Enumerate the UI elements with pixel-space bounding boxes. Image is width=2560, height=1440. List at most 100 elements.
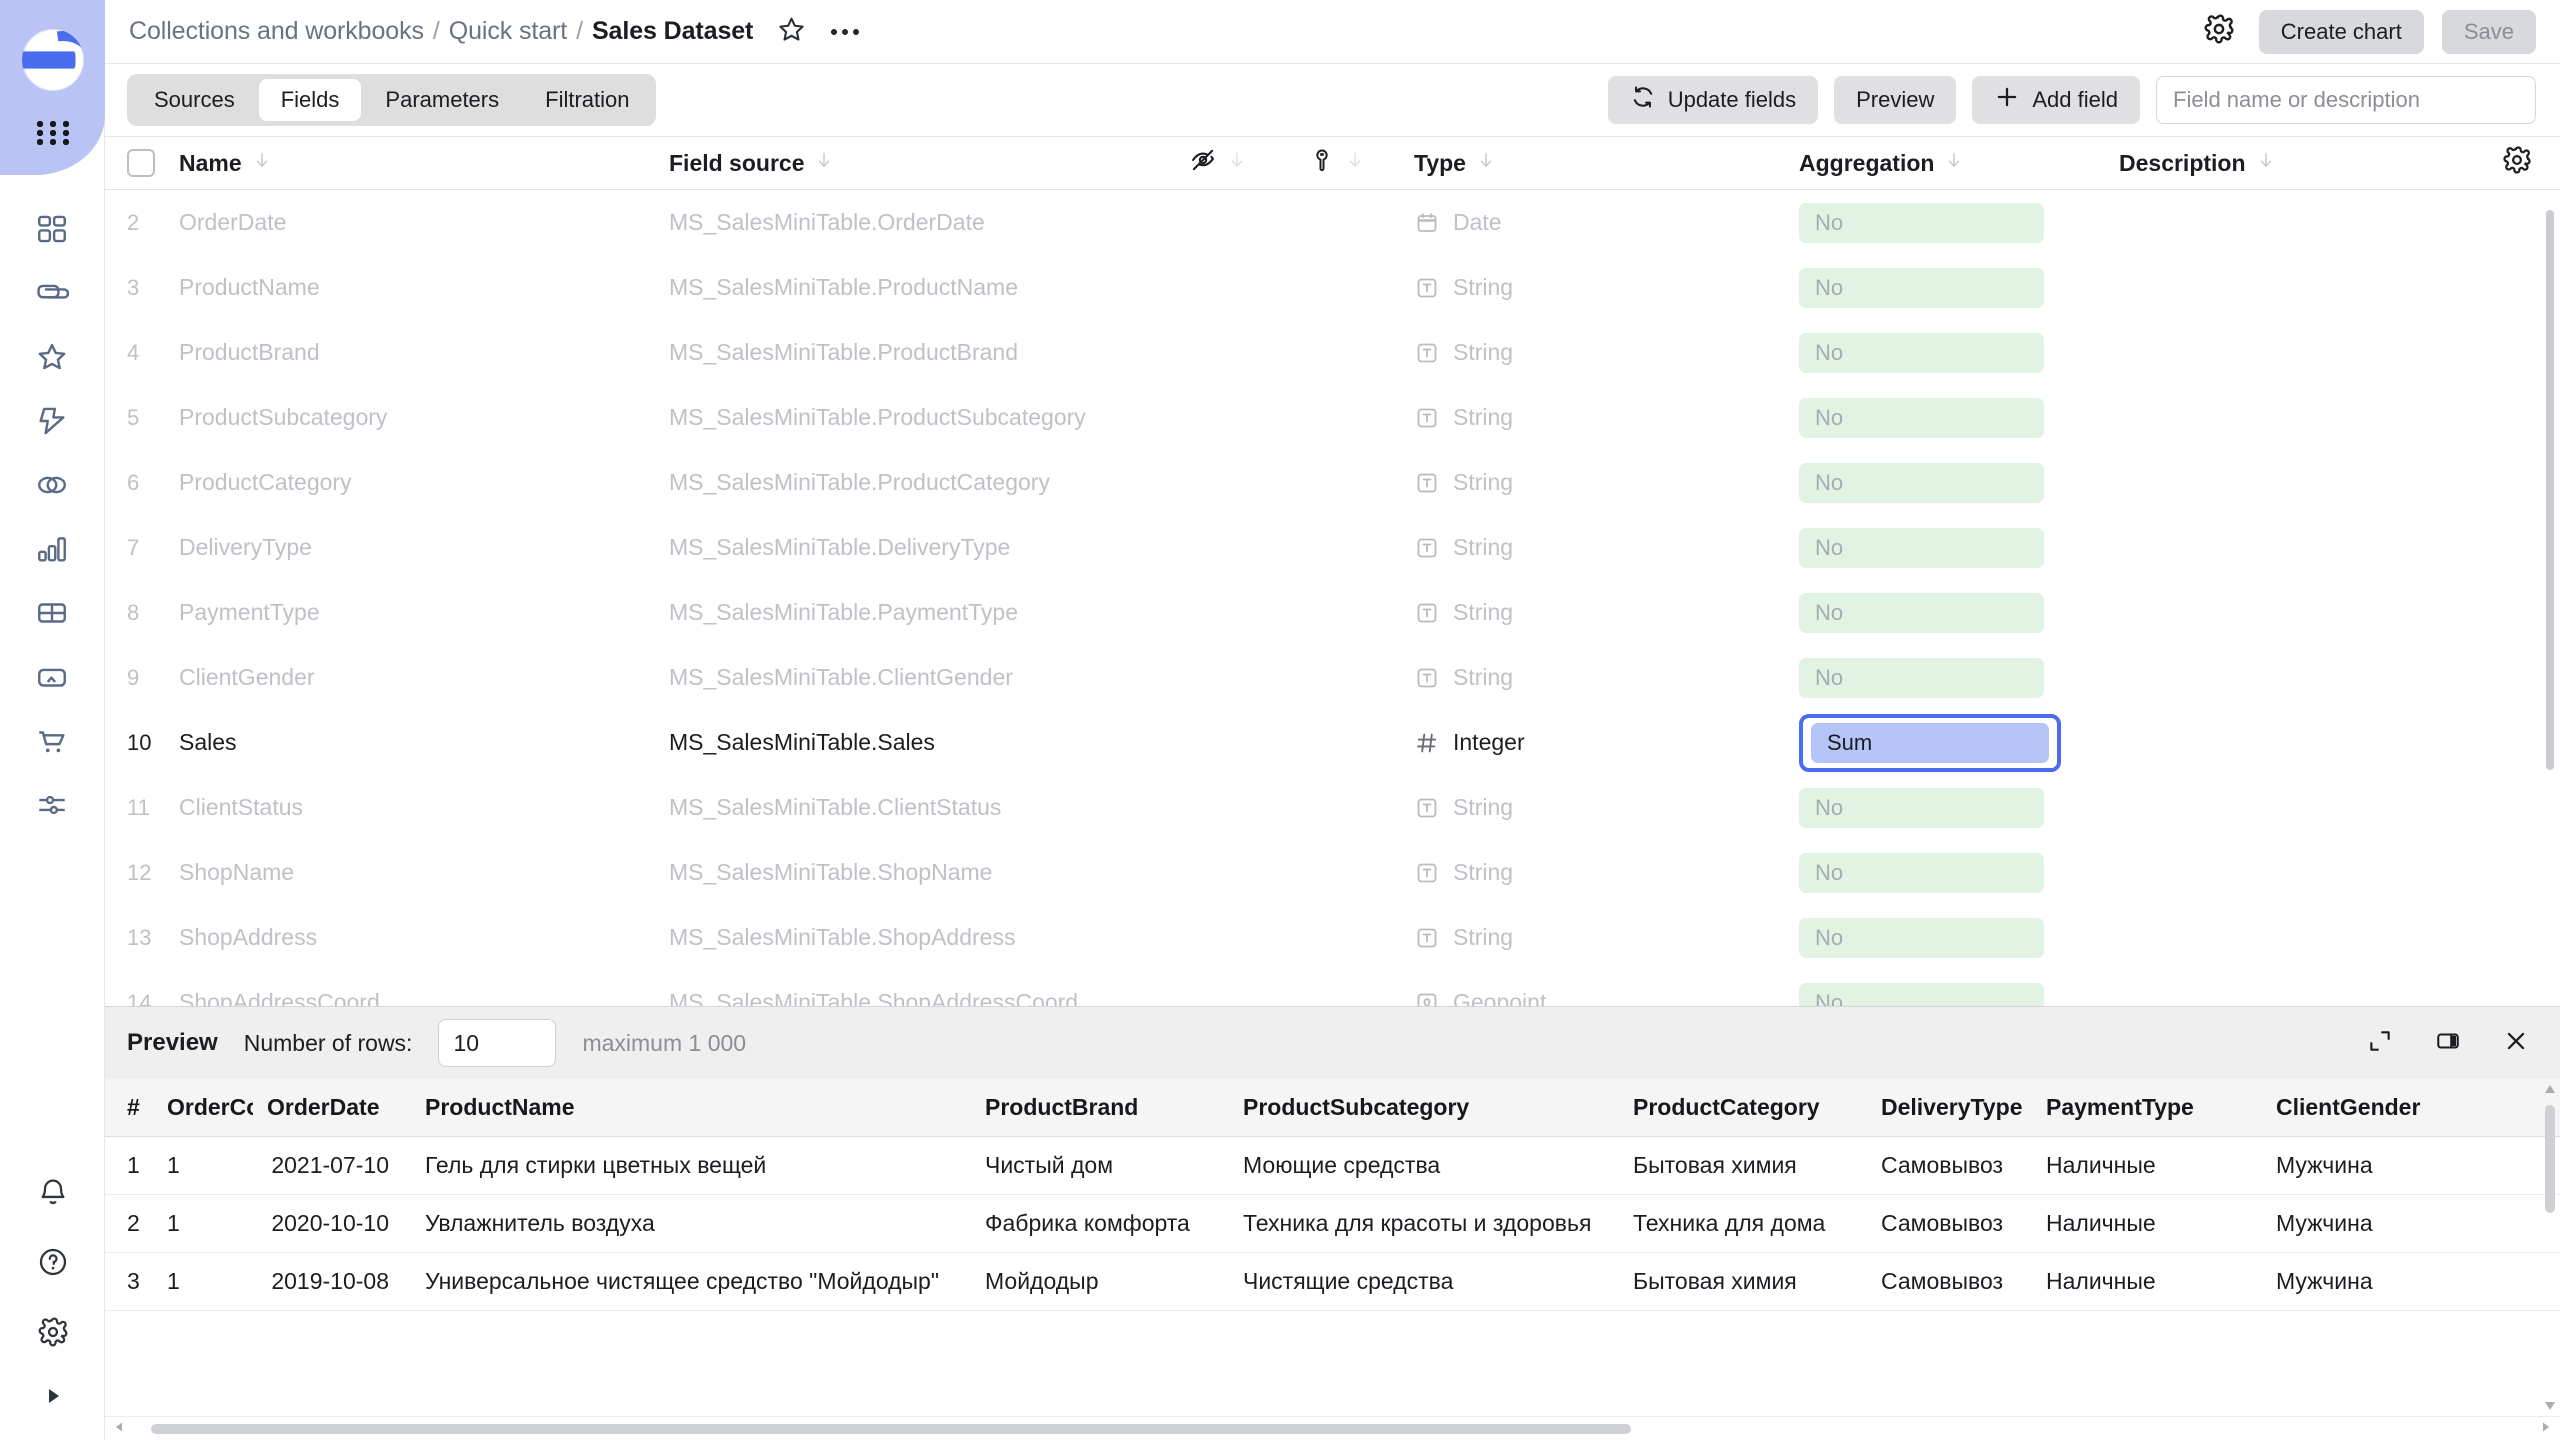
sidebar-item-favorites[interactable] (24, 333, 80, 381)
field-type-cell[interactable]: Date (1414, 209, 1799, 236)
preview-column-header[interactable]: ProductSubcategory (1229, 1094, 1619, 1121)
preview-vertical-scroll-thumb[interactable] (2545, 1105, 2555, 1213)
scroll-up-arrow-icon[interactable] (2544, 1083, 2556, 1097)
sidebar-item-datasets[interactable] (24, 461, 80, 509)
sort-down-arrow[interactable] (1345, 149, 1365, 177)
field-name-cell[interactable]: ProductBrand (179, 339, 669, 366)
field-type-cell[interactable]: String (1414, 534, 1799, 561)
column-header-name[interactable]: Name (179, 149, 669, 177)
sidebar-item-charts[interactable] (24, 525, 80, 573)
fields-table-row[interactable]: 11ClientStatusMS_SalesMiniTable.ClientSt… (105, 775, 2560, 840)
field-aggregation-cell[interactable]: No (1799, 593, 2119, 633)
sidebar-settings-button[interactable] (25, 1308, 81, 1356)
preview-column-header[interactable]: # (105, 1094, 153, 1121)
scroll-right-arrow-icon[interactable] (2540, 1420, 2552, 1438)
select-all-checkbox[interactable] (127, 149, 155, 177)
column-header-field-source[interactable]: Field source (669, 149, 1189, 177)
sort-down-arrow[interactable] (1944, 149, 1964, 177)
breadcrumb-item-quick-start[interactable]: Quick start (449, 17, 567, 46)
field-aggregation-cell[interactable]: No (1799, 788, 2119, 828)
field-name-cell[interactable]: ShopName (179, 859, 669, 886)
close-preview-button[interactable] (2496, 1023, 2536, 1063)
dataset-settings-button[interactable] (2197, 10, 2241, 54)
sidebar-item-dashboards[interactable] (24, 205, 80, 253)
field-aggregation-cell[interactable]: No (1799, 853, 2119, 893)
help-button[interactable] (25, 1238, 81, 1286)
field-name-cell[interactable]: OrderDate (179, 209, 669, 236)
scroll-left-arrow-icon[interactable] (113, 1420, 125, 1438)
field-aggregation-cell[interactable]: No (1799, 463, 2119, 503)
more-actions-button[interactable] (825, 12, 865, 52)
tab-sources[interactable]: Sources (132, 79, 257, 121)
field-type-cell[interactable]: String (1414, 469, 1799, 496)
field-type-cell[interactable]: Geopoint (1414, 989, 1799, 1006)
apps-grid-icon[interactable] (0, 110, 105, 156)
aggregation-select-focused[interactable]: Sum (1799, 714, 2061, 772)
field-name-cell[interactable]: ProductName (179, 274, 669, 301)
field-aggregation-cell[interactable]: No (1799, 983, 2119, 1006)
fields-table-row[interactable]: 10SalesMS_SalesMiniTable.SalesIntegerSum (105, 710, 2560, 775)
column-header-key[interactable] (1309, 146, 1414, 180)
fields-scrollbar-thumb[interactable] (2546, 210, 2554, 770)
sidebar-item-files[interactable] (24, 653, 80, 701)
column-header-type[interactable]: Type (1414, 149, 1799, 177)
fields-table-row[interactable]: 2OrderDateMS_SalesMiniTable.OrderDateDat… (105, 190, 2560, 255)
field-name-cell[interactable]: PaymentType (179, 599, 669, 626)
fields-table-row[interactable]: 12ShopNameMS_SalesMiniTable.ShopNameStri… (105, 840, 2560, 905)
fields-table-row[interactable]: 7DeliveryTypeMS_SalesMiniTable.DeliveryT… (105, 515, 2560, 580)
sidebar-item-tables[interactable] (24, 589, 80, 637)
field-aggregation-cell[interactable]: No (1799, 528, 2119, 568)
sort-down-arrow[interactable] (1476, 149, 1496, 177)
sort-down-arrow[interactable] (2256, 149, 2276, 177)
field-name-cell[interactable]: ProductCategory (179, 469, 669, 496)
search-input[interactable] (2156, 76, 2536, 124)
field-name-cell[interactable]: Sales (179, 729, 669, 756)
sort-down-arrow[interactable] (1227, 149, 1247, 177)
scroll-down-arrow-icon[interactable] (2544, 1398, 2556, 1412)
breadcrumb-item-collections[interactable]: Collections and workbooks (129, 17, 424, 46)
field-aggregation-cell[interactable]: No (1799, 918, 2119, 958)
field-type-cell[interactable]: String (1414, 794, 1799, 821)
field-name-cell[interactable]: ShopAddressCoord (179, 989, 669, 1006)
fields-table-row[interactable]: 5ProductSubcategoryMS_SalesMiniTable.Pro… (105, 385, 2560, 450)
preview-toggle-button[interactable]: Preview (1834, 76, 1956, 124)
field-type-cell[interactable]: String (1414, 924, 1799, 951)
notifications-button[interactable] (25, 1168, 81, 1216)
column-header-description[interactable]: Description (2119, 149, 2482, 177)
fields-table-row[interactable]: 14ShopAddressCoordMS_SalesMiniTable.Shop… (105, 970, 2560, 1006)
preview-column-header[interactable]: OrderCount (153, 1094, 253, 1121)
field-name-cell[interactable]: DeliveryType (179, 534, 669, 561)
preview-horizontal-scrollbar[interactable] (105, 1416, 2560, 1440)
preview-column-header[interactable]: DeliveryType (1867, 1094, 2032, 1121)
save-button[interactable]: Save (2442, 10, 2536, 54)
preview-column-header[interactable]: ProductBrand (971, 1094, 1229, 1121)
sidebar-item-marketplace[interactable] (24, 717, 80, 765)
preview-column-header[interactable]: OrderDate (253, 1094, 411, 1121)
field-type-cell[interactable]: String (1414, 664, 1799, 691)
column-header-hidden[interactable] (1189, 146, 1309, 180)
field-aggregation-cell[interactable]: No (1799, 268, 2119, 308)
fields-table-row[interactable]: 6ProductCategoryMS_SalesMiniTable.Produc… (105, 450, 2560, 515)
field-name-cell[interactable]: ProductSubcategory (179, 404, 669, 431)
sort-down-arrow[interactable] (252, 149, 272, 177)
tab-fields[interactable]: Fields (259, 79, 362, 121)
columns-config-button[interactable] (2482, 145, 2552, 181)
preview-horizontal-scroll-thumb[interactable] (151, 1424, 1631, 1434)
fields-table-row[interactable]: 4ProductBrandMS_SalesMiniTable.ProductBr… (105, 320, 2560, 385)
field-aggregation-cell[interactable]: No (1799, 398, 2119, 438)
update-fields-button[interactable]: Update fields (1608, 76, 1818, 124)
fields-table-row[interactable]: 9ClientGenderMS_SalesMiniTable.ClientGen… (105, 645, 2560, 710)
sidebar-item-collections[interactable] (24, 269, 80, 317)
expand-preview-button[interactable] (2360, 1023, 2400, 1063)
add-field-button[interactable]: Add field (1972, 76, 2140, 124)
preview-column-header[interactable]: ProductCategory (1619, 1094, 1867, 1121)
collapse-sidebar-button[interactable] (33, 1378, 73, 1418)
field-type-cell[interactable]: String (1414, 404, 1799, 431)
column-header-aggregation[interactable]: Aggregation (1799, 149, 2119, 177)
fields-table-row[interactable]: 3ProductNameMS_SalesMiniTable.ProductNam… (105, 255, 2560, 320)
create-chart-button[interactable]: Create chart (2259, 10, 2424, 54)
sort-down-arrow[interactable] (814, 149, 834, 177)
fields-scrollbar[interactable] (2544, 136, 2554, 1006)
number-of-rows-input[interactable] (438, 1019, 556, 1067)
preview-column-header[interactable]: ProductName (411, 1094, 971, 1121)
